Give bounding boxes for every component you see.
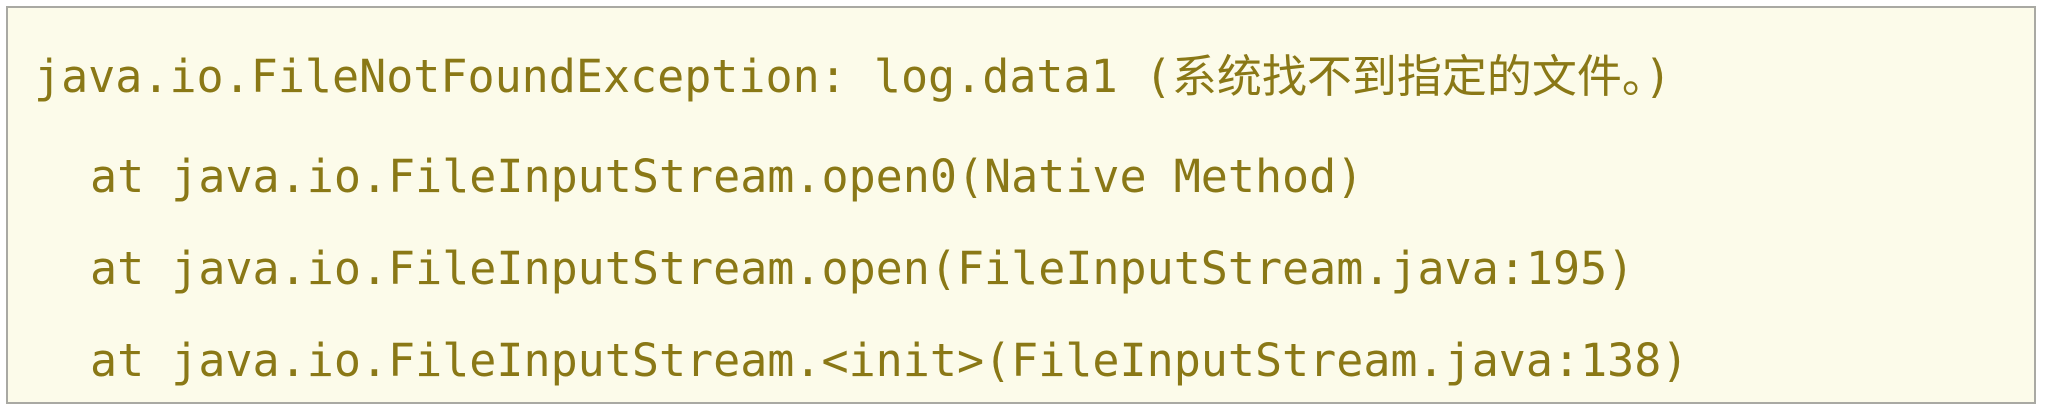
- stack-frame-line: at java.io.FileInputStream.open0(Native …: [90, 150, 1364, 203]
- stack-frame-line: at java.io.FileInputStream.open(FileInpu…: [90, 242, 1635, 295]
- stack-frame-line: at java.io.FileInputStream.<init>(FileIn…: [90, 334, 1689, 387]
- exception-message-line: java.io.FileNotFoundException: log.data1…: [34, 50, 1672, 103]
- stack-trace-box: java.io.FileNotFoundException: log.data1…: [6, 6, 2036, 404]
